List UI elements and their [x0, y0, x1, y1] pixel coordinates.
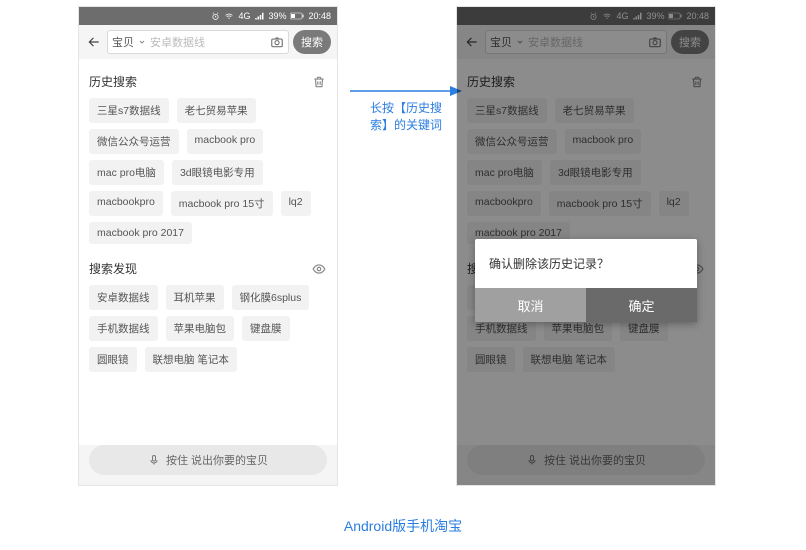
- search-button[interactable]: 搜索: [293, 30, 331, 54]
- caption: Android版手机淘宝: [0, 516, 806, 536]
- battery-text: 39%: [646, 11, 664, 21]
- history-chip[interactable]: macbook pro 15寸: [549, 191, 651, 216]
- battery-text: 39%: [268, 11, 286, 21]
- history-chip[interactable]: 微信公众号运营: [467, 129, 557, 154]
- dialog-ok-button[interactable]: 确定: [586, 288, 697, 322]
- battery-icon: [668, 12, 682, 20]
- back-icon[interactable]: [463, 33, 481, 51]
- status-bar: 4G 39% 20:48: [457, 7, 715, 25]
- clock-text: 20:48: [308, 11, 331, 21]
- history-chip[interactable]: macbook pro 15寸: [171, 191, 273, 216]
- history-chip[interactable]: 3d眼镜电影专用: [550, 160, 641, 185]
- discover-chip[interactable]: 苹果电脑包: [166, 316, 235, 341]
- discover-chip[interactable]: 键盘膜: [242, 316, 290, 341]
- history-chip[interactable]: 三星s7数据线: [89, 98, 169, 123]
- dialog-cancel-button[interactable]: 取消: [475, 288, 586, 322]
- trash-icon[interactable]: [689, 74, 705, 90]
- search-box[interactable]: 宝贝 安卓数据线: [485, 30, 667, 54]
- discover-chip[interactable]: 钢化膜6splus: [232, 285, 310, 310]
- discover-chip[interactable]: 安卓数据线: [89, 285, 158, 310]
- history-chip[interactable]: lq2: [659, 191, 689, 216]
- signal-icon: [254, 12, 264, 21]
- eye-icon[interactable]: [311, 261, 327, 277]
- history-chips: 三星s7数据线 老七贸易苹果 微信公众号运营 macbook pro mac p…: [467, 98, 705, 244]
- wifi-icon: [602, 12, 612, 21]
- arrow-right-icon: [350, 84, 462, 98]
- network-label: 4G: [616, 11, 628, 21]
- search-placeholder: 安卓数据线: [150, 34, 266, 50]
- back-icon[interactable]: [85, 33, 103, 51]
- history-chip[interactable]: macbookpro: [467, 191, 541, 216]
- history-title: 历史搜索: [467, 73, 515, 90]
- alarm-icon: [589, 12, 598, 21]
- signal-icon: [632, 12, 642, 21]
- search-row: 宝贝 安卓数据线 搜索: [457, 25, 715, 59]
- camera-icon[interactable]: [270, 35, 284, 49]
- voice-label: 按住 说出你要的宝贝: [544, 452, 646, 468]
- phone-left: 4G 39% 20:48 宝贝 安卓数据线 搜索 历史搜索 三星s7数据线: [78, 6, 338, 486]
- search-box[interactable]: 宝贝 安卓数据线: [107, 30, 289, 54]
- history-chip[interactable]: macbook pro: [187, 129, 264, 154]
- trash-icon[interactable]: [311, 74, 327, 90]
- battery-icon: [290, 12, 304, 20]
- phone-right: 4G 39% 20:48 宝贝 安卓数据线 搜索 历史搜索 三星s7数据线: [456, 6, 716, 486]
- discover-title: 搜索发现: [89, 260, 137, 277]
- search-row: 宝贝 安卓数据线 搜索: [79, 25, 337, 59]
- search-category[interactable]: 宝贝: [490, 34, 512, 50]
- alarm-icon: [211, 12, 220, 21]
- discover-chip[interactable]: 手机数据线: [89, 316, 158, 341]
- history-chip[interactable]: 3d眼镜电影专用: [172, 160, 263, 185]
- history-chip[interactable]: 老七贸易苹果: [177, 98, 256, 123]
- history-chip[interactable]: mac pro电脑: [89, 160, 164, 185]
- search-category[interactable]: 宝贝: [112, 34, 134, 50]
- chevron-down-icon: [138, 38, 146, 46]
- wifi-icon: [224, 12, 234, 21]
- discover-chips: 安卓数据线 耳机苹果 钢化膜6splus 手机数据线 苹果电脑包 键盘膜 圆眼镜…: [89, 285, 327, 372]
- history-chip[interactable]: 老七贸易苹果: [555, 98, 634, 123]
- history-chip[interactable]: 三星s7数据线: [467, 98, 547, 123]
- annotation-line1: 长按【历史搜: [370, 101, 442, 115]
- confirm-dialog: 确认删除该历史记录？ 取消 确定: [475, 239, 697, 322]
- discover-chip[interactable]: 联想电脑 笔记本: [523, 347, 615, 372]
- status-bar: 4G 39% 20:48: [79, 7, 337, 25]
- history-chips: 三星s7数据线 老七贸易苹果 微信公众号运营 macbook pro mac p…: [89, 98, 327, 244]
- camera-icon[interactable]: [648, 35, 662, 49]
- history-chip[interactable]: macbook pro 2017: [89, 222, 192, 244]
- search-placeholder: 安卓数据线: [528, 34, 644, 50]
- discover-chip[interactable]: 耳机苹果: [166, 285, 224, 310]
- history-chip[interactable]: lq2: [281, 191, 311, 216]
- annotation: 长按【历史搜 索】的关键词: [348, 84, 464, 134]
- voice-label: 按住 说出你要的宝贝: [166, 452, 268, 468]
- discover-chip[interactable]: 圆眼镜: [467, 347, 515, 372]
- discover-chip[interactable]: 联想电脑 笔记本: [145, 347, 237, 372]
- search-button[interactable]: 搜索: [671, 30, 709, 54]
- content-area: 历史搜索 三星s7数据线 老七贸易苹果 微信公众号运营 macbook pro …: [79, 59, 337, 445]
- network-label: 4G: [238, 11, 250, 21]
- voice-button[interactable]: 按住 说出你要的宝贝: [467, 445, 705, 475]
- annotation-line2: 索】的关键词: [370, 118, 442, 132]
- discover-chip[interactable]: 圆眼镜: [89, 347, 137, 372]
- mic-icon: [526, 453, 538, 467]
- mic-icon: [148, 453, 160, 467]
- history-chip[interactable]: 微信公众号运营: [89, 129, 179, 154]
- history-chip[interactable]: mac pro电脑: [467, 160, 542, 185]
- history-chip[interactable]: macbookpro: [89, 191, 163, 216]
- voice-button[interactable]: 按住 说出你要的宝贝: [89, 445, 327, 475]
- history-title: 历史搜索: [89, 73, 137, 90]
- history-chip[interactable]: macbook pro: [565, 129, 642, 154]
- dialog-message: 确认删除该历史记录？: [475, 239, 697, 288]
- clock-text: 20:48: [686, 11, 709, 21]
- chevron-down-icon: [516, 38, 524, 46]
